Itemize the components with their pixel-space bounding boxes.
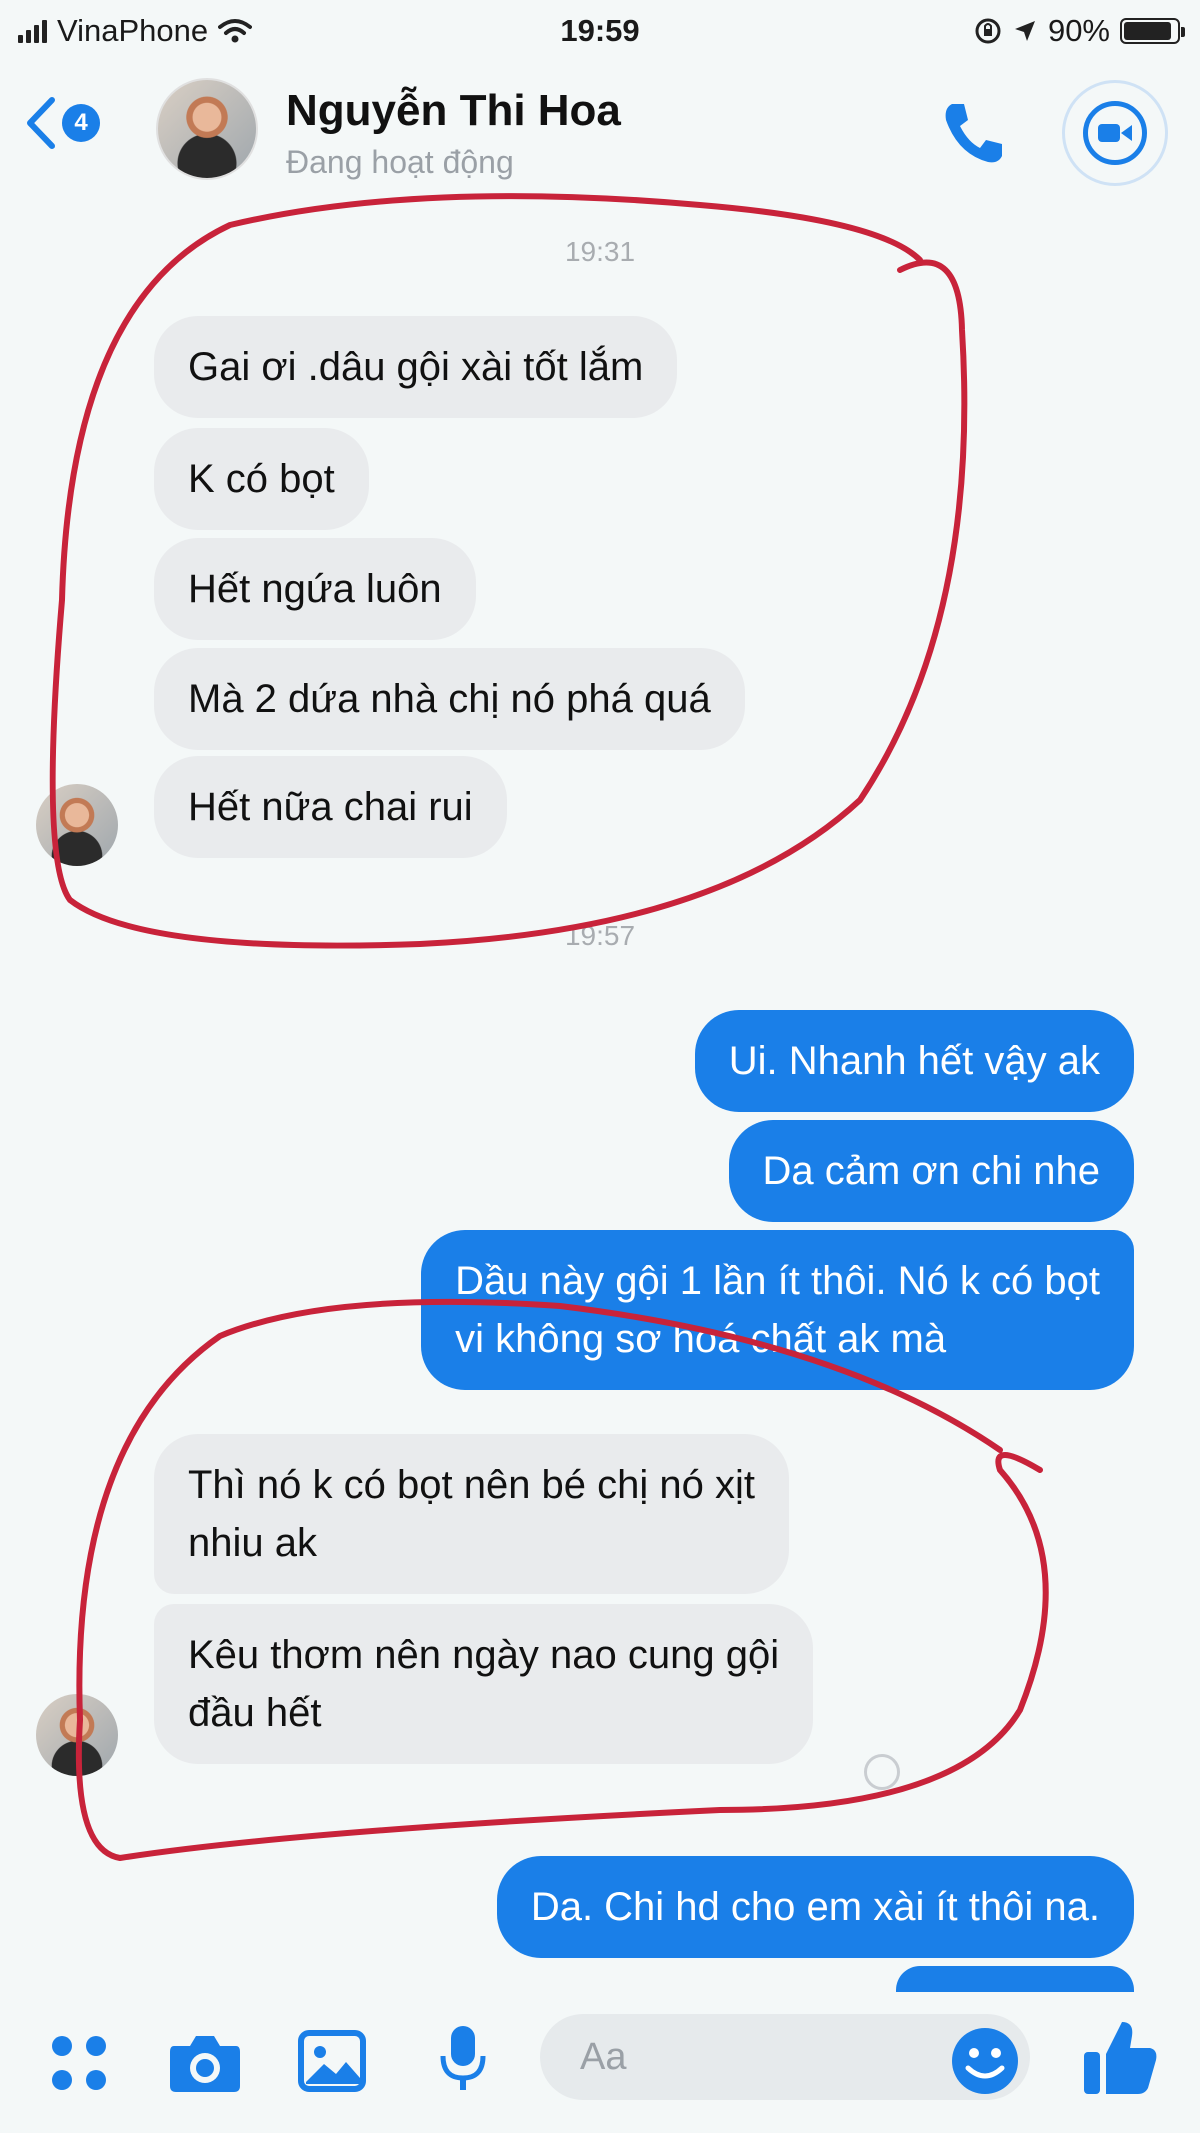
video-camera-icon — [1083, 101, 1147, 165]
like-button[interactable] — [1082, 2018, 1158, 2103]
outgoing-message[interactable]: Da. Chi hd cho em xài ít thôi na. — [496, 1856, 1134, 1958]
message-line: Thì nó k có bọt nên bé chị nó xịt — [188, 1463, 756, 1507]
battery-icon — [1120, 18, 1185, 44]
incoming-message[interactable]: Hết ngứa luôn — [154, 538, 476, 640]
status-right: 90% — [974, 13, 1185, 49]
voice-message-button[interactable] — [438, 2024, 488, 2099]
incoming-message[interactable]: Gai ơi .dâu gội xài tốt lắm — [154, 316, 678, 418]
contact-name[interactable]: Nguyễn Thi Hoa — [286, 86, 621, 136]
phone-icon — [945, 104, 1002, 163]
incoming-message[interactable]: Thì nó k có bọt nên bé chị nó xịt nhiu a… — [154, 1434, 790, 1594]
timestamp: 19:31 — [564, 236, 636, 267]
camera-icon — [170, 2036, 240, 2092]
location-icon — [1014, 21, 1035, 41]
battery-fill — [1124, 22, 1171, 40]
contact-status: Đang hoạt động — [286, 144, 514, 180]
thumbs-up-icon — [1084, 2022, 1157, 2094]
carrier-label: VinaPhone — [57, 13, 209, 48]
message-line: đầu hết — [188, 1691, 322, 1735]
grid-dots-icon — [52, 2036, 106, 2090]
status-left: VinaPhone — [18, 13, 253, 49]
outgoing-message[interactable]: Ui. Nhanh hết vậy ak — [694, 1010, 1134, 1112]
outgoing-message[interactable]: Da cảm ơn chi nhe — [728, 1120, 1134, 1222]
battery-label: 90% — [1047, 13, 1110, 48]
sender-avatar[interactable] — [36, 784, 118, 866]
message-line: nhiu ak — [188, 1521, 317, 1565]
emoji-button[interactable] — [950, 2026, 1020, 2101]
message-input-placeholder: Aa — [580, 2035, 627, 2078]
composer-bar: Aa — [0, 1992, 1200, 2133]
outgoing-message[interactable]: Dầu này gội 1 lần ít thôi. Nó k có bọt v… — [421, 1230, 1134, 1390]
incoming-message[interactable]: Hết nữa chai rui — [154, 756, 507, 858]
image-icon — [298, 2030, 366, 2092]
video-call-button[interactable] — [1062, 80, 1168, 186]
timestamp: 19:57 — [564, 920, 636, 951]
incoming-message[interactable]: K có bọt — [154, 428, 369, 530]
more-apps-button[interactable] — [50, 2034, 108, 2097]
message-line: vi không sơ hoá chất ak mà — [455, 1317, 947, 1361]
smiley-icon — [952, 2028, 1018, 2094]
microphone-icon — [440, 2026, 486, 2090]
conversation-header: 4 Nguyễn Thi Hoa Đang hoạt động — [0, 62, 1200, 190]
voice-call-button[interactable] — [938, 98, 1008, 173]
unread-count-badge: 4 — [62, 104, 100, 142]
contact-avatar[interactable] — [156, 78, 258, 180]
status-bar: VinaPhone 19:59 90% — [0, 0, 1200, 62]
message-line: Kêu thơm nên ngày nao cung gội — [188, 1633, 780, 1677]
back-button[interactable]: 4 — [24, 96, 100, 150]
reaction-icon[interactable] — [864, 1754, 900, 1790]
wifi-icon — [218, 19, 253, 43]
chevron-left-icon — [27, 97, 55, 149]
incoming-message[interactable]: Mà 2 dứa nhà chị nó phá quá — [154, 648, 745, 750]
outgoing-message-partial — [896, 1966, 1134, 1992]
gallery-button[interactable] — [298, 2030, 366, 2097]
sender-avatar[interactable] — [36, 1694, 118, 1776]
camera-button[interactable] — [168, 2030, 242, 2099]
orientation-lock-icon — [975, 18, 1001, 44]
message-line: Dầu này gội 1 lần ít thôi. Nó k có bọt — [455, 1259, 1100, 1303]
incoming-message[interactable]: Kêu thơm nên ngày nao cung gội đầu hết — [154, 1604, 814, 1764]
signal-icon — [18, 19, 47, 43]
